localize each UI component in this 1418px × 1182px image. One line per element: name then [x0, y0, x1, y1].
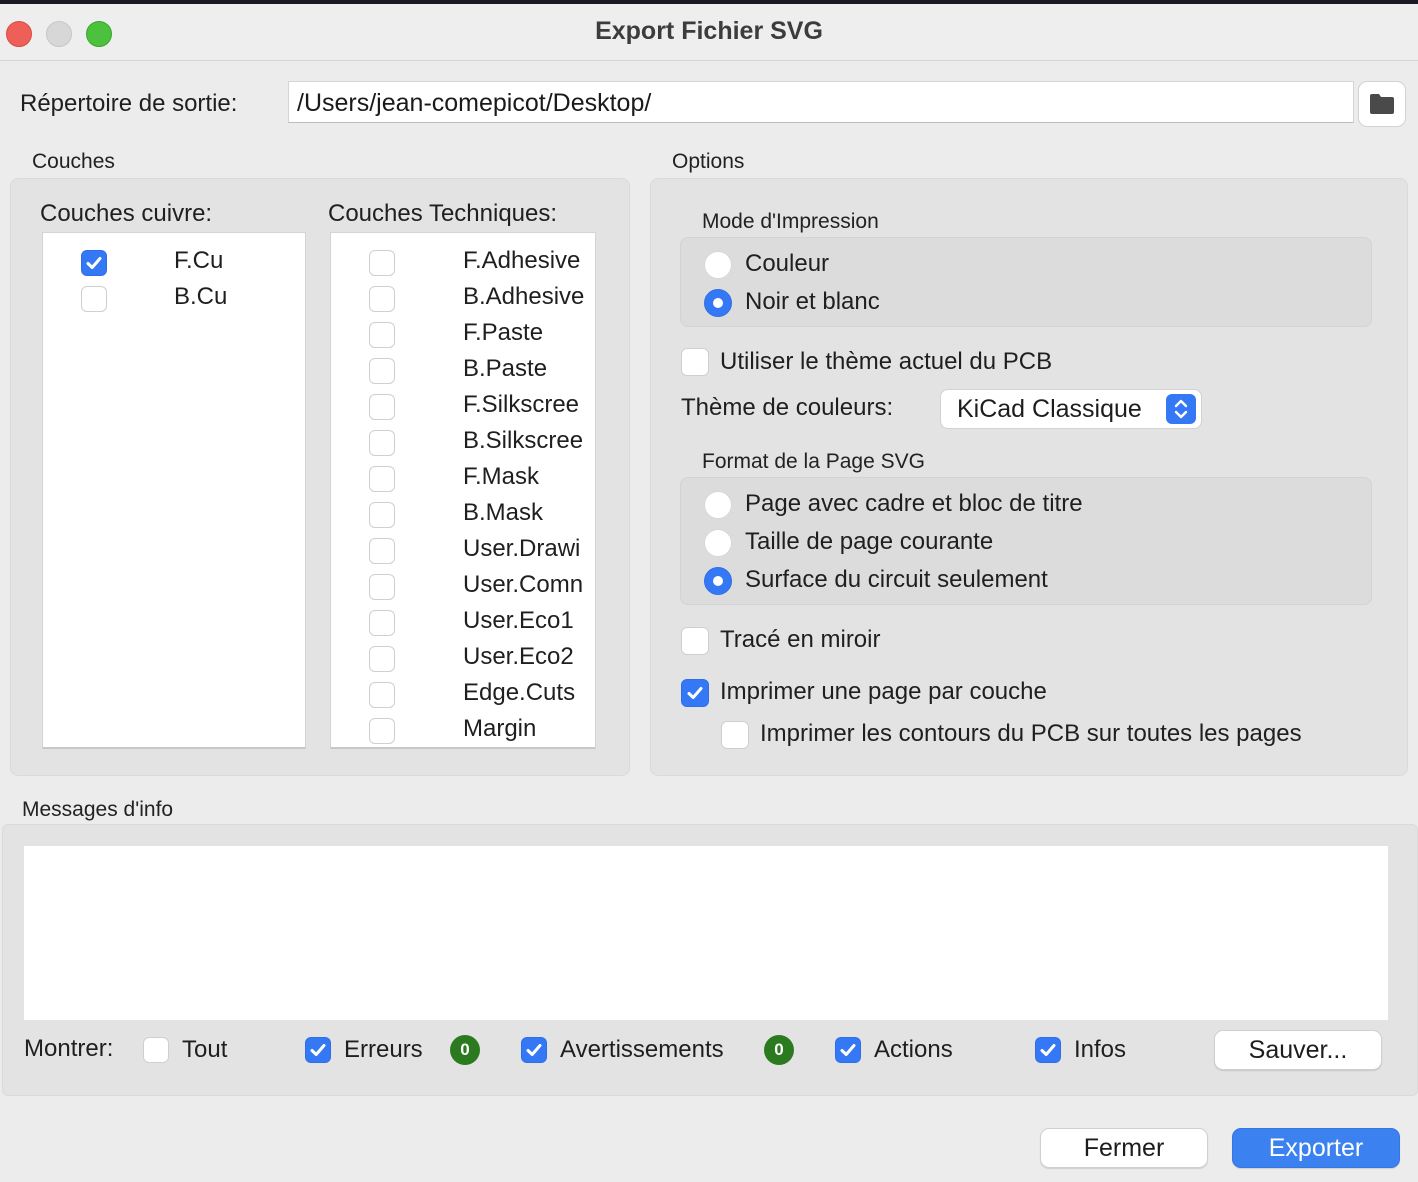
- save-messages-button[interactable]: Sauver...: [1214, 1030, 1382, 1070]
- layer-checkbox[interactable]: [369, 574, 395, 600]
- layer-name: Margin: [463, 715, 537, 742]
- color-theme-label: Thème de couleurs:: [681, 394, 894, 421]
- layer-checkbox-bcu[interactable]: [81, 286, 107, 312]
- layers-group-label: Couches: [32, 150, 115, 173]
- checkmark-icon: [310, 1044, 326, 1056]
- one-page-per-layer-checkbox[interactable]: [681, 679, 709, 707]
- filter-infos-checkbox[interactable]: [1035, 1037, 1061, 1063]
- layer-name: B.Paste: [463, 355, 548, 382]
- layer-checkbox[interactable]: [369, 358, 395, 384]
- layer-name: B.Adhesive: [463, 283, 585, 310]
- radio-label: Surface du circuit seulement: [745, 566, 1048, 593]
- filter-actions-label: Actions: [874, 1036, 953, 1063]
- layer-name: User.Eco2: [463, 643, 574, 670]
- radio-label: Noir et blanc: [745, 288, 880, 315]
- print-mode-label: Mode d'Impression: [702, 210, 879, 233]
- board-edges-checkbox[interactable]: [721, 721, 749, 749]
- radio-button[interactable]: [704, 491, 732, 519]
- radio-label: Page avec cadre et bloc de titre: [745, 490, 1083, 517]
- radio-button[interactable]: [704, 529, 732, 557]
- layer-checkbox[interactable]: [369, 682, 395, 708]
- copper-layers-title: Couches cuivre:: [40, 200, 213, 227]
- technical-layers-title: Couches Techniques:: [328, 200, 558, 227]
- updown-chevron-icon: [1166, 394, 1196, 424]
- messages-panel[interactable]: [24, 846, 1388, 1020]
- output-dir-label: Répertoire de sortie:: [20, 90, 238, 117]
- errors-count-badge: 0: [450, 1035, 480, 1065]
- one-page-per-layer-label: Imprimer une page par couche: [720, 678, 1047, 705]
- close-button[interactable]: Fermer: [1040, 1128, 1208, 1168]
- checkmark-icon: [1040, 1044, 1056, 1056]
- radio-button[interactable]: [704, 251, 732, 279]
- filter-warnings-checkbox[interactable]: [521, 1037, 547, 1063]
- layer-checkbox[interactable]: [369, 394, 395, 420]
- technical-layers-list[interactable]: F.Adhesive B.Adhesive F.Paste B.Paste F.Silk…: [330, 232, 596, 749]
- page-format-label: Format de la Page SVG: [702, 450, 925, 473]
- layer-name: F.Cu: [174, 247, 224, 274]
- layer-checkbox[interactable]: [369, 538, 395, 564]
- layer-name: User.Drawi: [463, 535, 581, 562]
- layer-name: User.Eco1: [463, 607, 574, 634]
- color-theme-value: KiCad Classique: [957, 395, 1142, 423]
- layer-name: F.Mask: [463, 463, 540, 490]
- title-bar: Export Fichier SVG: [0, 4, 1418, 61]
- checkmark-icon: [687, 687, 703, 699]
- export-button[interactable]: Exporter: [1232, 1128, 1400, 1168]
- filter-all-label: Tout: [182, 1036, 228, 1063]
- checkmark-icon: [840, 1044, 856, 1056]
- warnings-count-badge: 0: [764, 1035, 794, 1065]
- mirror-label: Tracé en miroir: [720, 626, 881, 653]
- layer-name: F.Paste: [463, 319, 544, 346]
- filter-infos-label: Infos: [1074, 1036, 1127, 1063]
- window-title: Export Fichier SVG: [595, 17, 823, 45]
- layer-name: B.Cu: [174, 283, 228, 310]
- layer-name: F.Adhesive: [463, 247, 581, 274]
- color-theme-select[interactable]: KiCad Classique: [940, 389, 1202, 429]
- layer-checkbox[interactable]: [369, 286, 395, 312]
- layer-name: User.Comn: [463, 571, 584, 598]
- messages-group-label: Messages d'info: [22, 798, 174, 821]
- checkmark-icon: [526, 1044, 542, 1056]
- use-pcb-theme-checkbox[interactable]: [681, 348, 709, 376]
- mirror-checkbox[interactable]: [681, 627, 709, 655]
- layer-name: B.Mask: [463, 499, 544, 526]
- browse-folder-button[interactable]: [1358, 81, 1406, 127]
- show-label: Montrer:: [24, 1035, 114, 1062]
- layer-checkbox[interactable]: [369, 646, 395, 672]
- layer-checkbox[interactable]: [369, 610, 395, 636]
- layer-checkbox[interactable]: [369, 466, 395, 492]
- radio-label: Taille de page courante: [745, 528, 994, 555]
- radio-button[interactable]: [704, 289, 732, 317]
- filter-warnings-label: Avertissements: [560, 1036, 724, 1063]
- layer-checkbox[interactable]: [369, 502, 395, 528]
- layer-checkbox-fcu[interactable]: [81, 250, 107, 276]
- radio-button[interactable]: [704, 567, 732, 595]
- layer-checkbox[interactable]: [369, 430, 395, 456]
- layer-name: F.Silkscree: [463, 391, 580, 418]
- filter-all-checkbox[interactable]: [143, 1037, 169, 1063]
- output-dir-input[interactable]: /Users/jean-comepicot/Desktop/: [288, 81, 1354, 123]
- filter-errors-label: Erreurs: [344, 1036, 423, 1063]
- options-group-label: Options: [672, 150, 745, 173]
- board-edges-label: Imprimer les contours du PCB sur toutes …: [760, 720, 1302, 747]
- layer-name: B.Silkscree: [463, 427, 584, 454]
- layer-checkbox[interactable]: [369, 322, 395, 348]
- filter-actions-checkbox[interactable]: [835, 1037, 861, 1063]
- layer-checkbox[interactable]: [369, 718, 395, 744]
- layer-checkbox[interactable]: [369, 250, 395, 276]
- filter-errors-checkbox[interactable]: [305, 1037, 331, 1063]
- radio-label: Couleur: [745, 250, 830, 277]
- checkmark-icon: [86, 257, 102, 269]
- layer-name: Edge.Cuts: [463, 679, 576, 706]
- use-pcb-theme-label: Utiliser le thème actuel du PCB: [720, 348, 1053, 375]
- copper-layers-list: F.Cu B.Cu: [42, 232, 306, 749]
- folder-icon: [1370, 94, 1394, 114]
